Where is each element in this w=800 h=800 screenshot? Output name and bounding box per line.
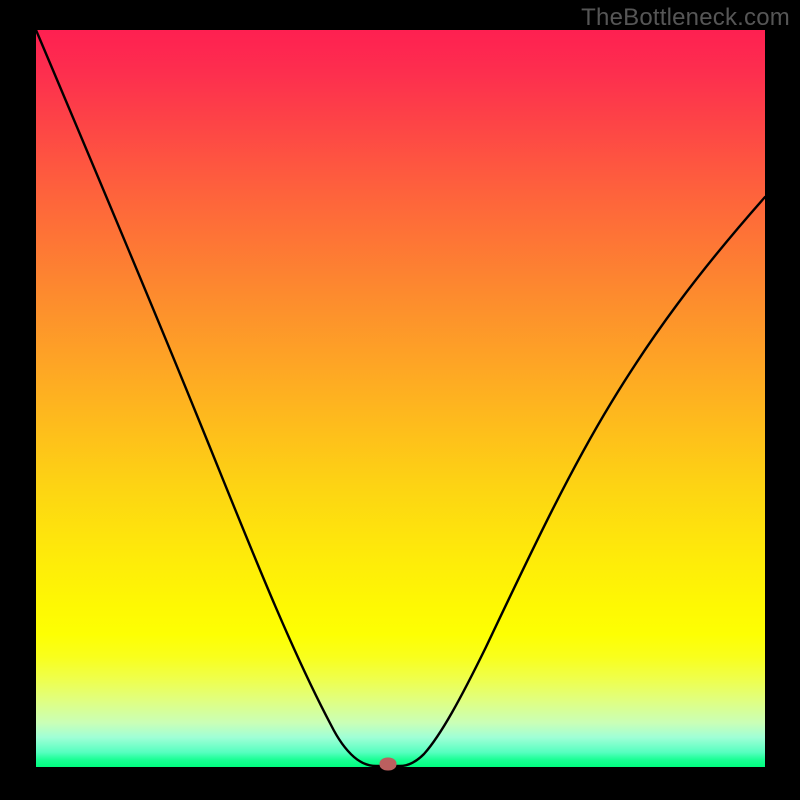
plot-area — [36, 30, 765, 767]
watermark-text: TheBottleneck.com — [581, 4, 790, 32]
optimal-point-marker — [380, 758, 397, 771]
chart-frame: TheBottleneck.com — [0, 0, 800, 800]
curve-svg — [36, 30, 765, 767]
bottleneck-curve-path — [36, 30, 765, 766]
